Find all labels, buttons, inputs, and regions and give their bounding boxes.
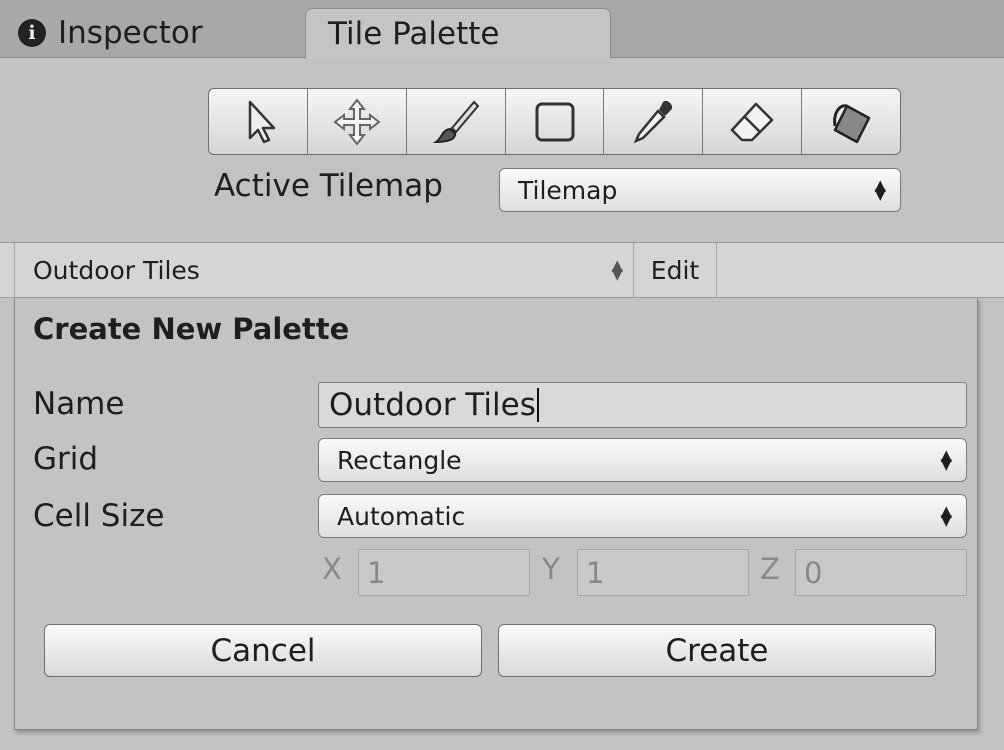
move-tool-button[interactable] — [308, 89, 407, 154]
cancel-button[interactable]: Cancel — [44, 624, 482, 677]
palette-dropdown[interactable]: Outdoor Tiles ▲ ▼ — [14, 243, 634, 297]
tool-toolbar — [208, 88, 901, 155]
fill-tool-button[interactable] — [802, 89, 900, 154]
create-button[interactable]: Create — [498, 624, 936, 677]
panel-title: Create New Palette — [33, 312, 350, 346]
select-tool-button[interactable] — [209, 89, 308, 154]
active-tilemap-dropdown[interactable]: Tilemap ▲ ▼ — [499, 168, 901, 212]
active-tilemap-value: Tilemap — [518, 175, 618, 205]
palette-bar: Outdoor Tiles ▲ ▼ Edit — [0, 242, 1004, 298]
tab-tile-palette[interactable]: Tile Palette — [305, 8, 611, 59]
dropdown-arrows-icon: ▲ ▼ — [874, 176, 886, 203]
paintbrush-icon — [432, 100, 479, 143]
x-field: 1 — [358, 549, 530, 596]
name-label: Name — [33, 386, 125, 422]
x-label: X — [322, 552, 342, 586]
picker-tool-button[interactable] — [604, 89, 704, 154]
z-field: 0 — [795, 549, 967, 596]
y-field: 1 — [577, 549, 749, 596]
box-fill-tool-button[interactable] — [506, 89, 605, 154]
grid-dropdown[interactable]: Rectangle ▲ ▼ — [318, 438, 967, 482]
dropdown-arrows-icon: ▲ ▼ — [940, 446, 952, 473]
name-input-value: Outdoor Tiles — [329, 387, 536, 423]
eraser-icon — [730, 102, 774, 141]
active-tilemap-label: Active Tilemap — [214, 168, 443, 204]
z-label: Z — [760, 552, 780, 586]
eyedropper-icon — [633, 100, 673, 143]
grid-label: Grid — [33, 441, 99, 477]
dropdown-arrows-icon: ▲ ▼ — [940, 502, 952, 529]
cell-size-dropdown-value: Automatic — [337, 501, 466, 531]
tab-tile-palette-label: Tile Palette — [328, 16, 500, 52]
move-arrows-icon — [333, 97, 381, 146]
paint-bucket-icon — [833, 103, 871, 143]
name-input[interactable]: Outdoor Tiles — [318, 382, 967, 428]
edit-button[interactable]: Edit — [634, 243, 717, 297]
dropdown-arrows-icon: ▲ ▼ — [611, 256, 623, 283]
tab-bar: i Inspector Tile Palette — [0, 0, 1004, 59]
cell-size-dropdown[interactable]: Automatic ▲ ▼ — [318, 494, 967, 538]
y-label: Y — [542, 552, 560, 586]
paint-tool-button[interactable] — [407, 89, 506, 154]
create-palette-panel: Create New Palette Name Outdoor Tiles Gr… — [14, 298, 978, 730]
palette-dropdown-value: Outdoor Tiles — [33, 255, 200, 285]
grid-dropdown-value: Rectangle — [337, 445, 462, 475]
tab-inspector-label: Inspector — [58, 15, 203, 51]
arrow-cursor-icon — [248, 100, 276, 143]
text-caret — [536, 388, 539, 422]
erase-tool-button[interactable] — [703, 89, 803, 154]
rectangle-icon — [535, 102, 574, 141]
info-icon: i — [18, 19, 46, 47]
tab-inspector[interactable]: i Inspector — [18, 8, 278, 58]
cell-size-label: Cell Size — [33, 498, 165, 534]
